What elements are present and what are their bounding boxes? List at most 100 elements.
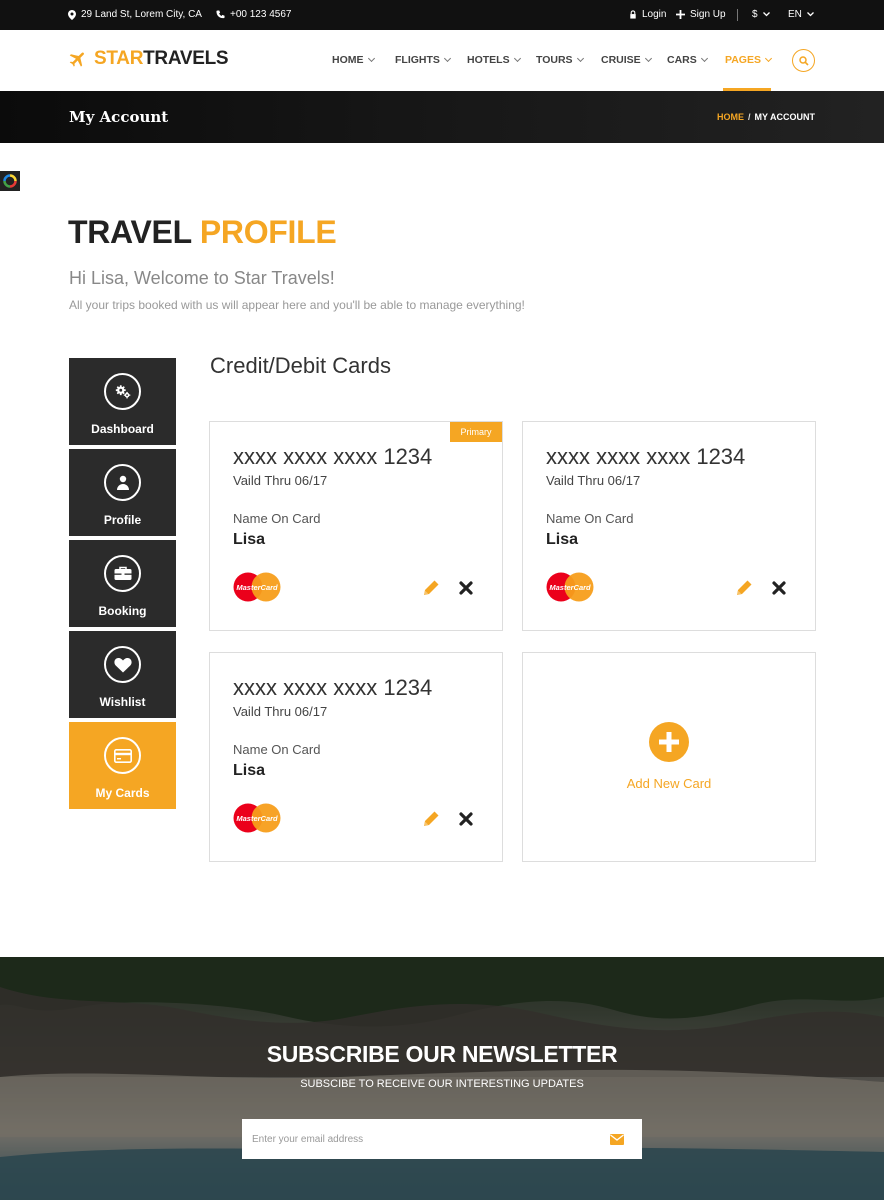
welcome-message: Hi Lisa, Welcome to Star Travels! <box>69 268 335 288</box>
sidebar-icon-circle <box>104 737 141 774</box>
pencil-icon[interactable] <box>421 809 441 829</box>
card-item: xxxx xxxx xxxx 1234 Vaild Thru 06/17 Nam… <box>209 652 503 862</box>
nav-flights-label: FLIGHTS <box>395 54 440 66</box>
chevron-down-icon <box>443 54 451 63</box>
phone-text: +00 123 4567 <box>230 9 292 20</box>
nav-home[interactable]: HOME <box>332 54 375 66</box>
close-icon[interactable] <box>458 811 474 827</box>
card-number: xxxx xxxx xxxx 1234 <box>233 444 433 469</box>
site-logo[interactable]: STARTRAVELS <box>68 48 229 70</box>
sidebar-item-wishlist[interactable]: Wishlist <box>69 631 176 718</box>
sidebar-item-dashboard[interactable]: Dashboard <box>69 358 176 445</box>
close-icon[interactable] <box>458 580 474 596</box>
chevron-down-icon <box>576 54 584 63</box>
breadcrumb-current: MY ACCOUNT <box>754 112 816 122</box>
nav-cars-label: CARS <box>667 54 697 66</box>
name-on-card-label: Name On Card <box>233 511 321 526</box>
currency-dropdown[interactable]: $ <box>752 9 770 20</box>
card-item-primary: Primary xxxx xxxx xxxx 1234 Vaild Thru 0… <box>209 421 503 631</box>
welcome-subtitle: All your trips booked with us will appea… <box>69 298 525 312</box>
search-button[interactable] <box>792 49 815 72</box>
nav-flights[interactable]: FLIGHTS <box>395 54 451 66</box>
newsletter-form <box>242 1119 642 1159</box>
pencil-icon[interactable] <box>734 578 754 598</box>
card-validity: Vaild Thru 06/17 <box>233 473 328 488</box>
mastercard-logo: MasterCard <box>233 803 281 833</box>
sidebar-item-profile[interactable]: Profile <box>69 449 176 536</box>
sidebar-item-booking[interactable]: Booking <box>69 540 176 627</box>
sidebar-icon-circle <box>104 373 141 410</box>
chevron-down-icon <box>806 12 814 17</box>
language-dropdown[interactable]: EN <box>788 9 814 20</box>
envelope-icon <box>610 1133 624 1145</box>
sidebar-icon-circle <box>104 555 141 592</box>
nav-cruise-label: CRUISE <box>601 54 641 66</box>
logo-text: STARTRAVELS <box>94 48 229 70</box>
add-new-card-button[interactable]: Add New Card <box>522 652 816 862</box>
card-number: xxxx xxxx xxxx 1234 <box>233 675 433 700</box>
chevron-down-icon <box>762 12 770 17</box>
signup-label: Sign Up <box>690 9 726 20</box>
title-accent: PROFILE <box>199 214 337 250</box>
newsletter-section: SUBSCRIBE OUR NEWSLETTER SUBSCIBE TO REC… <box>0 957 884 1200</box>
page-title: My Account <box>69 108 169 126</box>
add-new-card-label: Add New Card <box>626 776 712 791</box>
color-switcher-toggle[interactable] <box>0 171 20 191</box>
address-info: 29 Land St, Lorem City, CA <box>68 9 202 20</box>
breadcrumb-home[interactable]: HOME <box>717 112 744 122</box>
chevron-down-icon <box>367 54 375 63</box>
cards-section-title: Credit/Debit Cards <box>210 353 391 378</box>
nav-cars[interactable]: CARS <box>667 54 708 66</box>
nav-tours[interactable]: TOURS <box>536 54 584 66</box>
email-input[interactable] <box>242 1119 592 1159</box>
color-wheel-icon <box>3 174 17 188</box>
logo-text-main: TRAVELS <box>143 48 229 69</box>
language-value: EN <box>788 9 802 20</box>
sidebar-label-wishlist: Wishlist <box>99 695 146 709</box>
nav-hotels[interactable]: HOTELS <box>467 54 521 66</box>
subscribe-button[interactable] <box>592 1119 642 1159</box>
sidebar-label-profile: Profile <box>103 513 142 527</box>
mastercard-text: MasterCard <box>236 583 278 592</box>
login-label: Login <box>642 9 667 20</box>
topbar-divider <box>737 9 738 21</box>
nav-pages-label: PAGES <box>725 54 761 66</box>
pencil-icon[interactable] <box>421 578 441 598</box>
phone-info: +00 123 4567 <box>216 9 291 20</box>
mastercard-text: MasterCard <box>549 583 591 592</box>
card-holder-name: Lisa <box>233 762 266 779</box>
sidebar-label-dashboard: Dashboard <box>91 422 154 436</box>
card-validity: Vaild Thru 06/17 <box>546 473 641 488</box>
mastercard-logo: MasterCard <box>546 572 594 602</box>
card-item: xxxx xxxx xxxx 1234 Vaild Thru 06/17 Nam… <box>522 421 816 631</box>
title-main: TRAVEL <box>68 214 192 250</box>
card-holder-name: Lisa <box>233 531 266 548</box>
nav-hotels-label: HOTELS <box>467 54 510 66</box>
phone-icon <box>216 10 225 19</box>
sidebar-item-my-cards[interactable]: My Cards <box>69 722 176 809</box>
login-link[interactable]: Login <box>629 9 666 20</box>
logo-text-accent: STAR <box>94 48 144 69</box>
top-bar: 29 Land St, Lorem City, CA +00 123 4567 … <box>0 0 884 30</box>
card-holder-name: Lisa <box>546 531 579 548</box>
plus-icon <box>676 10 685 19</box>
chevron-down-icon <box>513 54 521 63</box>
nav-cruise[interactable]: CRUISE <box>601 54 652 66</box>
gears-icon <box>115 384 130 398</box>
heart-icon <box>113 657 132 672</box>
user-icon <box>116 475 129 490</box>
sidebar-icon-circle <box>104 646 141 683</box>
nav-pages[interactable]: PAGES <box>725 54 773 66</box>
sidebar-icon-circle <box>104 464 141 501</box>
newsletter-subtitle: SUBSCIBE TO RECEIVE OUR INTERESTING UPDA… <box>300 1078 584 1090</box>
page-banner: My Account HOME / MY ACCOUNT <box>0 91 884 143</box>
travel-profile-title: TRAVEL PROFILE <box>68 214 337 251</box>
address-text: 29 Land St, Lorem City, CA <box>81 9 202 20</box>
nav-tours-label: TOURS <box>536 54 573 66</box>
close-icon[interactable] <box>771 580 787 596</box>
chevron-down-icon <box>764 54 773 63</box>
currency-value: $ <box>752 9 758 20</box>
signup-link[interactable]: Sign Up <box>676 9 726 20</box>
name-on-card-label: Name On Card <box>233 742 321 757</box>
search-icon <box>798 55 809 66</box>
